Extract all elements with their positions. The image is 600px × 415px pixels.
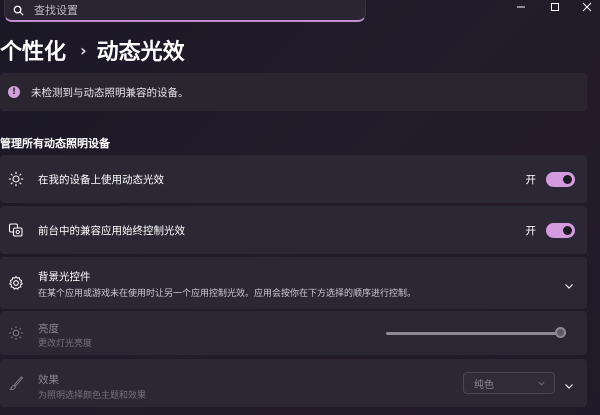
- toggle-state-label: 开: [525, 224, 537, 237]
- foreground-control-toggle[interactable]: [546, 222, 575, 238]
- setting-background-control[interactable]: 背景光控件 在某个应用或游戏未在使用时让另一个应用控制光效。应用会按你在下方选择…: [0, 257, 587, 309]
- devices-icon: [8, 222, 24, 238]
- search-input[interactable]: [34, 3, 334, 17]
- close-icon: [582, 2, 592, 12]
- gear-icon: [8, 275, 24, 291]
- page-title: 动态光效: [96, 40, 185, 65]
- chevron-down-icon: [538, 381, 545, 386]
- setting-description: 更改灯光亮度: [38, 339, 93, 349]
- effects-select[interactable]: 纯色: [463, 372, 555, 394]
- chevron-down-icon[interactable]: [563, 277, 575, 289]
- setting-description: 为照明选择颜色主题和效果: [38, 391, 147, 401]
- info-message: 未检测到与动态照明兼容的设备。: [31, 86, 189, 99]
- setting-description: 在某个应用或游戏未在使用时让另一个应用控制光效。应用会按你在下方选择的顺序进行控…: [38, 289, 417, 299]
- search-box[interactable]: [4, 0, 366, 22]
- toggle-state-label: 开: [525, 173, 537, 186]
- setting-label: 亮度: [38, 323, 59, 335]
- brightness-icon: [8, 325, 24, 341]
- setting-label: 前台中的兼容应用始终控制光效: [38, 224, 185, 237]
- effects-selected-value: 纯色: [474, 379, 494, 391]
- maximize-icon: [551, 3, 559, 11]
- setting-label: 背景光控件: [38, 271, 91, 283]
- setting-use-on-device: 在我的设备上使用动态光效 开: [0, 155, 587, 203]
- use-on-device-toggle[interactable]: [546, 171, 575, 187]
- brightness-slider-thumb[interactable]: [555, 327, 566, 338]
- info-bar: ! 未检测到与动态照明兼容的设备。: [0, 73, 587, 111]
- minimize-icon: [517, 6, 525, 8]
- minimize-button[interactable]: [506, 0, 536, 14]
- maximize-button[interactable]: [540, 0, 570, 14]
- chevron-down-icon[interactable]: [563, 377, 575, 389]
- setting-brightness: 亮度 更改灯光亮度: [0, 311, 587, 355]
- setting-effects: 效果 为照明选择颜色主题和效果 纯色: [0, 359, 587, 407]
- breadcrumb: 个性化 › 动态光效: [0, 34, 185, 66]
- search-icon: [13, 5, 24, 16]
- brightness-slider-track[interactable]: [386, 332, 566, 335]
- setting-label: 效果: [38, 374, 59, 386]
- close-button[interactable]: [572, 0, 600, 14]
- breadcrumb-parent[interactable]: 个性化: [0, 34, 66, 66]
- info-icon: !: [8, 86, 20, 98]
- setting-label: 在我的设备上使用动态光效: [38, 173, 164, 186]
- breadcrumb-separator: ›: [80, 40, 87, 60]
- setting-foreground-control: 前台中的兼容应用始终控制光效 开: [0, 206, 587, 254]
- section-title: 管理所有动态照明设备: [0, 137, 110, 150]
- sun-icon: [8, 171, 24, 187]
- brush-icon: [8, 375, 24, 391]
